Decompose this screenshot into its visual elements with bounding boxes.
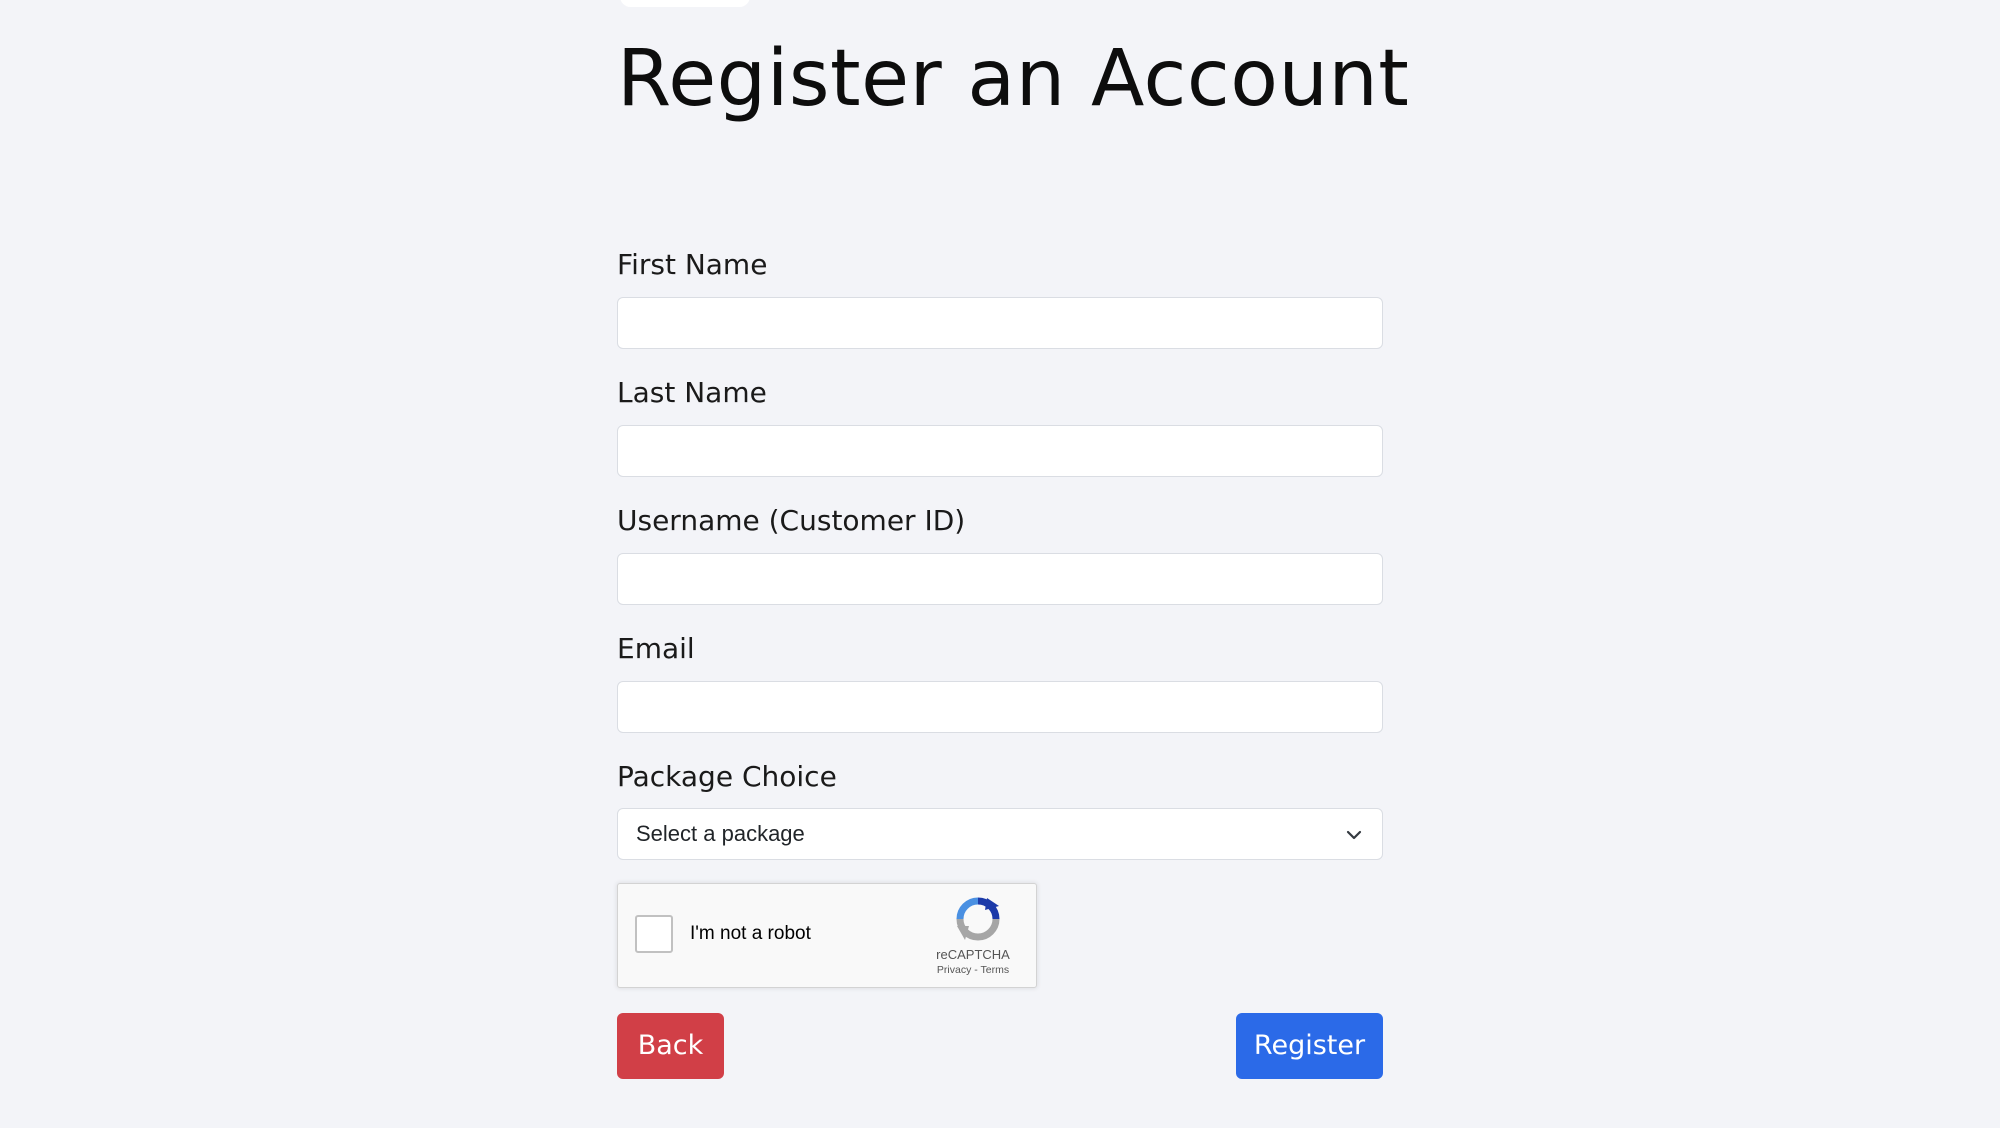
last-name-label: Last Name <box>617 376 767 409</box>
page-title: Register an Account <box>617 34 1410 124</box>
email-input[interactable] <box>617 681 1383 733</box>
recaptcha-widget: I'm not a robot reCAPTCHA Privacy - Term… <box>617 883 1037 988</box>
recaptcha-links: Privacy - Terms <box>913 964 1033 977</box>
recaptcha-terms-link[interactable]: Terms <box>981 964 1010 976</box>
recaptcha-logo-icon <box>956 897 1000 941</box>
back-button[interactable]: Back <box>617 1013 724 1079</box>
last-name-input[interactable] <box>617 425 1383 477</box>
recaptcha-checkbox[interactable] <box>635 915 673 953</box>
package-select-value: Select a package <box>636 821 805 846</box>
first-name-label: First Name <box>617 248 768 281</box>
top-edge-element <box>620 0 750 7</box>
package-choice-label: Package Choice <box>617 760 837 793</box>
package-select[interactable]: Select a package <box>617 808 1383 860</box>
username-input[interactable] <box>617 553 1383 605</box>
chevron-down-icon <box>1346 830 1362 840</box>
email-label: Email <box>617 632 695 665</box>
recaptcha-brand: reCAPTCHA <box>936 947 1010 962</box>
recaptcha-privacy-link[interactable]: Privacy <box>937 964 971 976</box>
first-name-input[interactable] <box>617 297 1383 349</box>
register-button[interactable]: Register <box>1236 1013 1383 1079</box>
recaptcha-label: I'm not a robot <box>690 923 811 944</box>
username-label: Username (Customer ID) <box>617 504 966 537</box>
recaptcha-link-separator: - <box>971 964 981 976</box>
